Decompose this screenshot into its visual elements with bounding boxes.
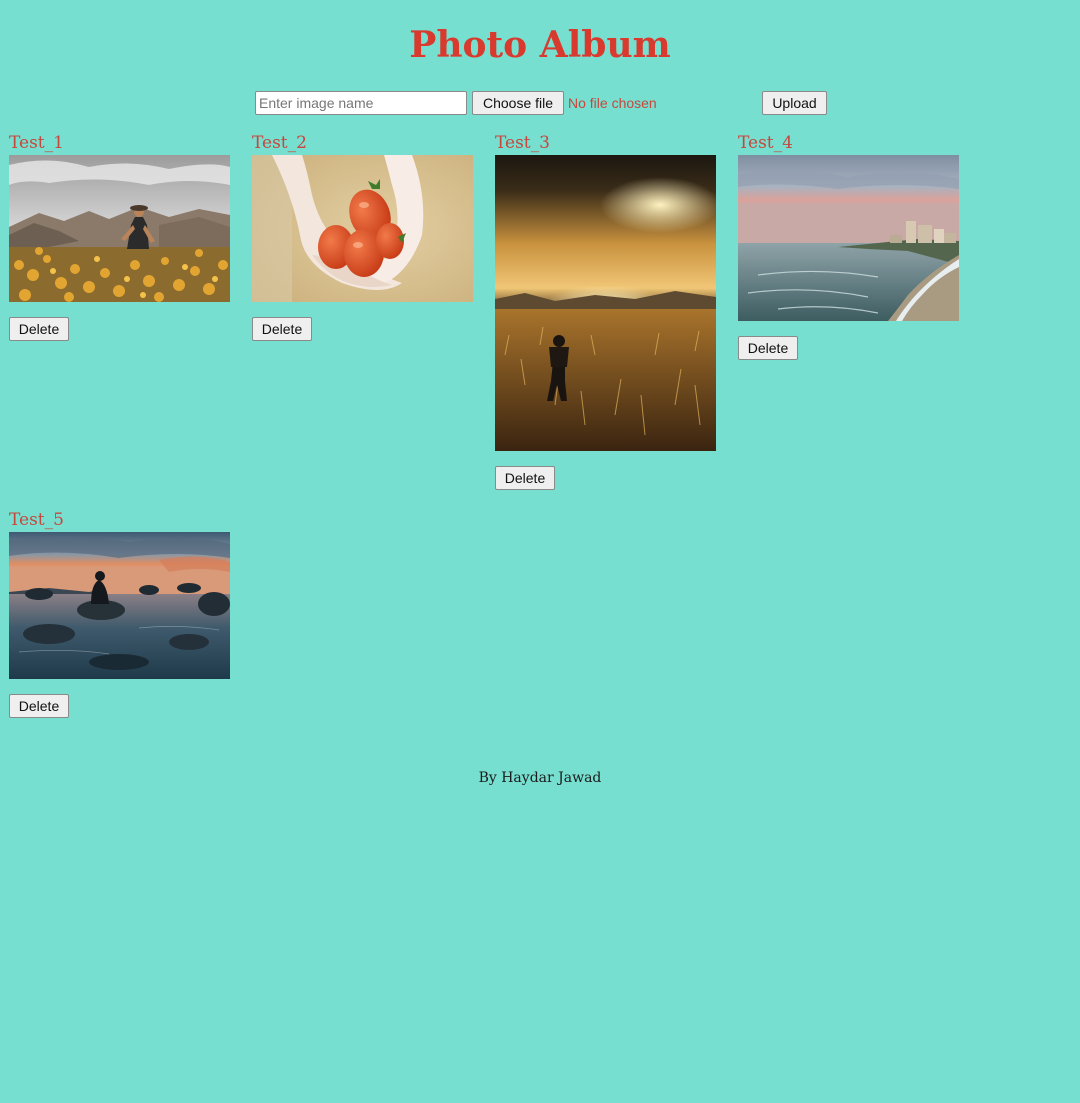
photo-card: Test_5 Delete <box>9 510 231 718</box>
coastline-sunset-image <box>738 155 959 321</box>
delete-button[interactable]: Delete <box>9 317 69 341</box>
upload-button[interactable]: Upload <box>762 91 827 115</box>
person-in-golden-field-image <box>495 155 716 451</box>
delete-button[interactable]: Delete <box>252 317 312 341</box>
delete-button[interactable]: Delete <box>738 336 798 360</box>
photo-card: Test_1 Delete <box>9 133 231 341</box>
photo-name: Test_4 <box>738 133 793 153</box>
photo-name: Test_5 <box>9 510 64 530</box>
photo-name: Test_2 <box>252 133 307 153</box>
page-title: Photo Album <box>409 24 671 66</box>
photo-image <box>9 155 230 302</box>
delete-button[interactable]: Delete <box>9 694 69 718</box>
photo-name: Test_1 <box>9 133 64 153</box>
upload-form: Choose file No file chosen Upload <box>0 91 1080 115</box>
choose-file-button[interactable]: Choose file <box>472 91 564 115</box>
photo-card: Test_2 Delete <box>252 133 474 341</box>
footer-credit: By Haydar Jawad <box>478 770 602 786</box>
person-on-rock-lake-image <box>9 532 230 679</box>
hands-holding-tomatoes-image <box>252 155 473 302</box>
photo-card: Test_4 Delete <box>738 133 960 360</box>
image-name-input[interactable] <box>255 91 467 115</box>
woman-in-flower-field-image <box>9 155 230 302</box>
delete-button[interactable]: Delete <box>495 466 555 490</box>
file-status-text: No file chosen <box>568 95 657 111</box>
photo-image <box>252 155 473 302</box>
photo-name: Test_3 <box>495 133 550 153</box>
photo-card: Test_3 Delete <box>495 133 717 490</box>
photo-image <box>495 155 716 451</box>
photo-image <box>738 155 959 321</box>
photo-image <box>9 532 230 679</box>
